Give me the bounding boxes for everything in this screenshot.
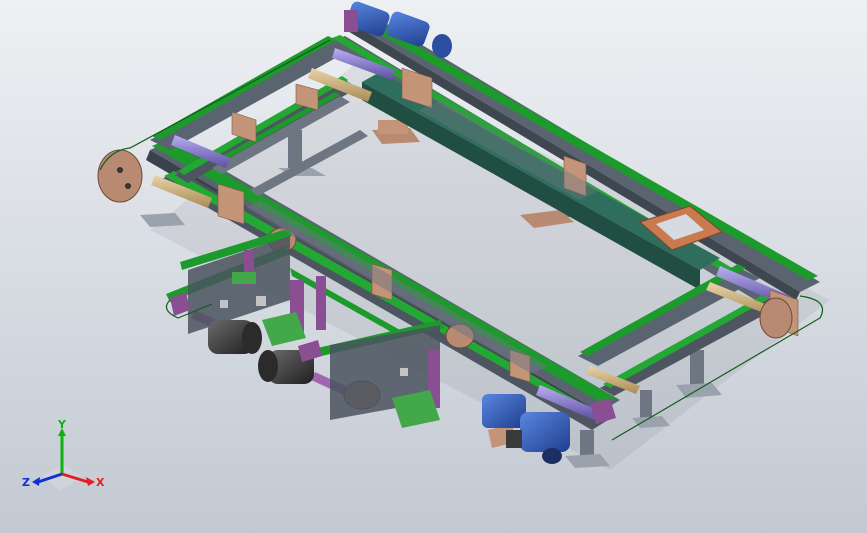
- z-axis-label: Z: [22, 476, 30, 489]
- y-axis-label: Y: [57, 420, 67, 431]
- x-axis-arrowhead: [86, 477, 95, 486]
- conveyor-assembly-model[interactable]: [0, 0, 867, 533]
- x-axis-label: X: [96, 476, 105, 489]
- z-axis-arrowhead: [32, 477, 40, 486]
- axis-triad: Y X Z: [22, 420, 105, 490]
- cad-viewport[interactable]: Y X Z: [0, 0, 867, 533]
